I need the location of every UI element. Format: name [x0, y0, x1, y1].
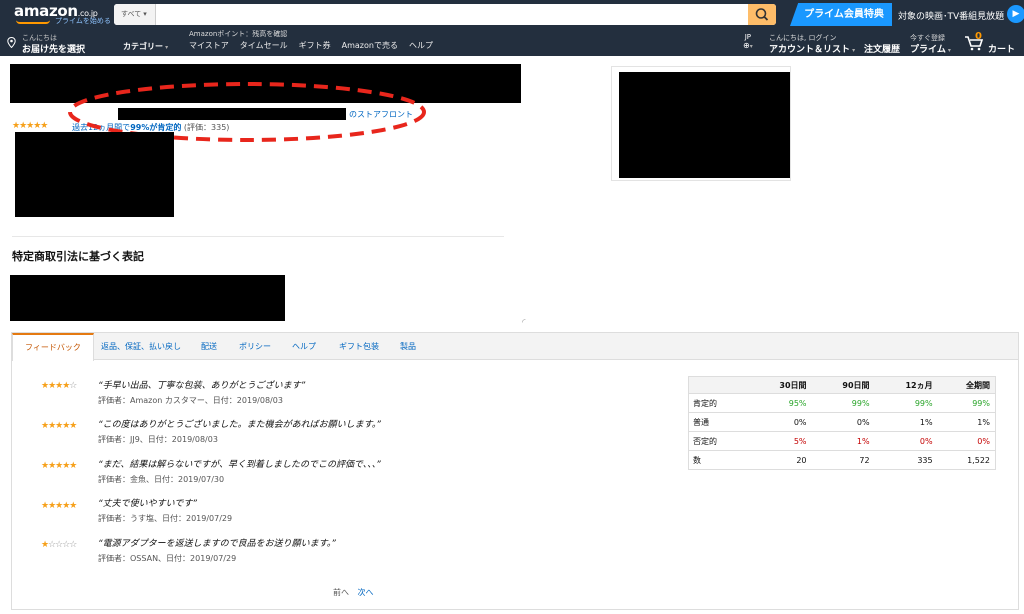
table-cell: 99%: [874, 393, 938, 413]
amazon-points-link[interactable]: Amazonポイント：残高を確認: [189, 29, 287, 39]
table-cell: 335: [874, 450, 938, 470]
table-cell: 1%: [811, 431, 875, 451]
tab-shipping[interactable]: 配送: [201, 333, 217, 360]
search-icon: [755, 8, 769, 21]
seller-tabs-panel: フィードバック 返品、保証、払い戻し 配送 ポリシー ヘルプ ギフト包装 製品 …: [11, 332, 1019, 610]
next-page-button[interactable]: 次へ: [358, 588, 374, 597]
nav-link-my-store[interactable]: マイストア: [189, 40, 229, 51]
table-cell: 99%: [937, 393, 996, 413]
nav-links: マイストア タイムセール ギフト券 Amazonで売る ヘルプ: [189, 40, 433, 51]
row-label: 普通: [688, 412, 749, 432]
categories-menu[interactable]: カテゴリー: [123, 41, 168, 52]
seller-info-card: [611, 66, 791, 181]
table-header: 12ヵ月: [874, 376, 938, 394]
order-history-link[interactable]: 注文履歴: [864, 42, 900, 55]
seller-rating-stars: ★★★★★: [12, 121, 48, 131]
table-cell: 1%: [874, 412, 938, 432]
review-stars: ★★★★★: [41, 461, 77, 471]
table-cell: 0%: [811, 412, 875, 432]
table-cell: 1%: [937, 412, 996, 432]
table-cell: 95%: [748, 393, 812, 413]
top-header-bar: amazon.co.jp プライムを始める すべて プライム会員特典 対象の映画…: [0, 0, 1024, 28]
nav-link-gift-card[interactable]: ギフト券: [299, 40, 331, 51]
table-cell: 0%: [937, 431, 996, 451]
review-meta: 評価者：金魚、日付：2019/07/30: [98, 475, 225, 484]
nav-link-sell[interactable]: Amazonで売る: [342, 40, 398, 51]
language-label: JP: [744, 33, 751, 41]
prime-start-link[interactable]: プライムを始める: [55, 16, 111, 26]
nav-link-help[interactable]: ヘルプ: [409, 40, 433, 51]
review-quote: “丈夫で使いやすいです”: [98, 499, 198, 509]
review-meta: 評価者：JJ9、日付：2019/08/03: [98, 435, 218, 444]
table-header: [688, 376, 749, 394]
table-cell: 99%: [811, 393, 875, 413]
prime-benefits-banner[interactable]: プライム会員特典: [790, 3, 892, 26]
table-header: 全期間: [937, 376, 996, 394]
review-quote: “この度はありがとうございました。また機会があればお願いします。”: [98, 420, 381, 430]
cart-label: カート: [988, 45, 1016, 55]
account-lists-label: アカウント＆リスト: [769, 42, 855, 55]
table-cell: 0%: [748, 412, 812, 432]
tab-bar: フィードバック 返品、保証、払い戻し 配送 ポリシー ヘルプ ギフト包装 製品: [12, 333, 1018, 361]
prime-video-link[interactable]: 対象の映画･TV番組見放題: [898, 9, 1004, 22]
tab-feedback[interactable]: フィードバック: [12, 333, 94, 361]
table-cell: 0%: [874, 431, 938, 451]
tab-help[interactable]: ヘルプ: [292, 333, 316, 360]
table-row: 数 20 72 335 1,522: [688, 450, 996, 470]
globe-icon: ⊕▾: [743, 41, 753, 50]
prev-page-button[interactable]: 前へ: [333, 588, 349, 597]
review-stars: ★★★★☆: [41, 381, 77, 391]
row-label: 否定的: [688, 431, 749, 451]
review-stars: ★★★★★: [41, 421, 77, 431]
tab-gift-wrap[interactable]: ギフト包装: [339, 333, 379, 360]
table-row: 肯定的 95% 99% 99% 99%: [688, 393, 996, 413]
table-cell: 1,522: [937, 450, 996, 470]
legal-notice-title: 特定商取引法に基づく表記: [12, 250, 144, 263]
location-label: お届け先を選択: [22, 45, 86, 55]
cart-count: 0: [975, 31, 982, 42]
search-input[interactable]: [157, 4, 747, 25]
review-meta: 評価者：うす塩、日付：2019/07/29: [98, 514, 233, 523]
tab-returns[interactable]: 返品、保証、払い戻し: [101, 333, 181, 360]
review-quote: “手早い出品、丁寧な包装、ありがとうございます”: [98, 381, 306, 391]
review-stars: ★★★★★: [41, 501, 77, 511]
table-row: 否定的 5% 1% 0% 0%: [688, 431, 996, 451]
table-cell: 20: [748, 450, 812, 470]
table-header: 90日間: [811, 376, 875, 394]
table-header-row: 30日間 90日間 12ヵ月 全期間: [688, 376, 996, 394]
logo-smile-icon: [16, 20, 50, 24]
row-label: 肯定的: [688, 393, 749, 413]
search-bar: すべて: [114, 4, 776, 25]
review-quote: “電源アダプターを返送しますので良品をお送り願います。”: [98, 539, 336, 549]
tab-products[interactable]: 製品: [400, 333, 416, 360]
review-stars: ★☆☆☆☆: [41, 540, 77, 550]
redacted-card-image: [619, 72, 790, 178]
redacted-seller-logo: [15, 132, 174, 217]
search-button[interactable]: [748, 4, 776, 25]
table-cell: 5%: [748, 431, 812, 451]
table-header: 30日間: [748, 376, 812, 394]
row-label: 数: [688, 450, 749, 470]
review-meta: 評価者：OSSAN、日付：2019/07/29: [98, 554, 237, 563]
review-quote: “まだ、結果は解らないですが、早く到着しましたのでこの評価で、、、”: [98, 460, 381, 470]
pagination: 前へ 次へ: [333, 587, 374, 598]
table-row: 普通 0% 0% 1% 1%: [688, 412, 996, 432]
loading-spinner-icon: ◜: [522, 318, 526, 328]
table-cell: 72: [811, 450, 875, 470]
nav-link-time-sale[interactable]: タイムセール: [240, 40, 288, 51]
search-category-dropdown[interactable]: すべて: [114, 4, 156, 25]
language-selector[interactable]: JP ⊕▾: [743, 33, 753, 50]
section-divider: [12, 236, 504, 237]
prime-label: プライム: [910, 42, 951, 55]
nav-bar: こんにちは お届け先を選択 カテゴリー Amazonポイント：残高を確認 マイス…: [0, 28, 1024, 56]
tab-policy[interactable]: ポリシー: [239, 333, 271, 360]
feedback-rating-table: 30日間 90日間 12ヵ月 全期間 肯定的 95% 99% 99% 99% 普…: [688, 376, 996, 470]
location-pin-icon: [7, 37, 16, 48]
redacted-legal-info: [10, 275, 285, 321]
play-icon[interactable]: ▶: [1007, 5, 1024, 23]
review-meta: 評価者：Amazon カスタマー、日付：2019/08/03: [98, 396, 283, 405]
